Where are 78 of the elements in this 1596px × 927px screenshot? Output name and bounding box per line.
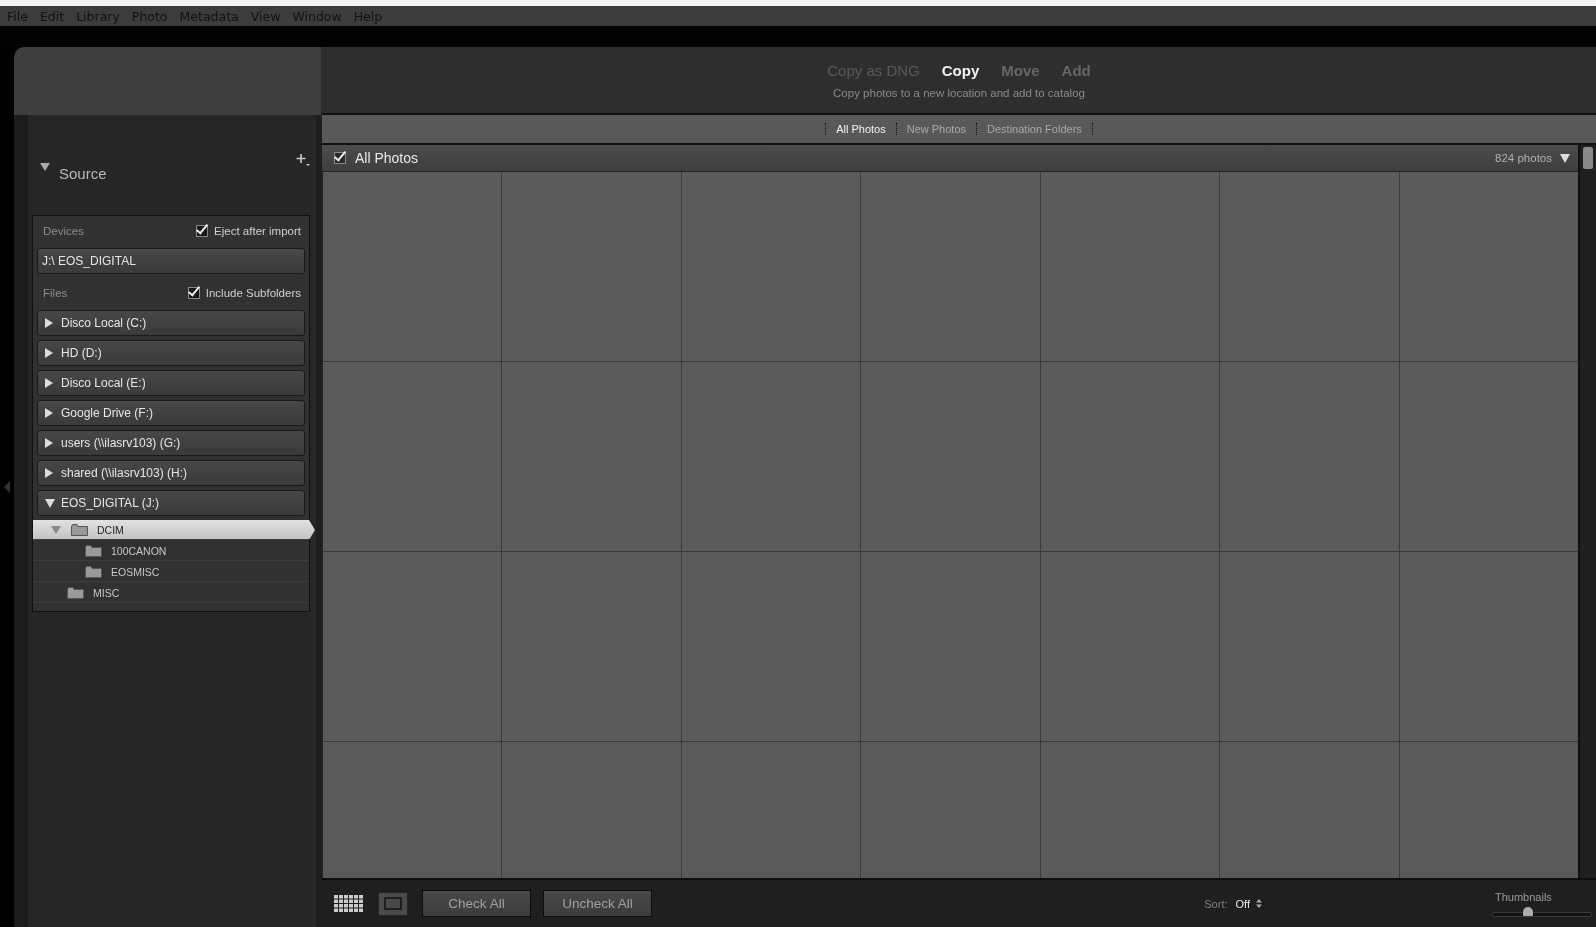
- sort-arrows-icon[interactable]: [1256, 899, 1262, 908]
- volume-label: Google Drive (F:): [61, 406, 154, 420]
- thumbnail-slot[interactable]: [502, 742, 681, 878]
- scrollbar[interactable]: [1578, 145, 1596, 878]
- thumbnail-slot[interactable]: [861, 362, 1040, 551]
- grid-title: All Photos: [355, 150, 420, 166]
- volume-label: users (\\ilasrv103) (G:): [61, 436, 181, 450]
- folder-item[interactable]: 100CANON: [33, 541, 309, 561]
- collapse-arrow-icon[interactable]: [4, 481, 10, 493]
- folder-icon: [67, 586, 84, 599]
- volume-label: Disco Local (C:): [61, 316, 147, 330]
- thumbnail-slot[interactable]: [323, 552, 502, 741]
- thumbnail-slot[interactable]: [681, 362, 861, 551]
- section-label: Devices: [43, 225, 84, 237]
- mode-tab[interactable]: Copy: [941, 61, 980, 79]
- folder-item[interactable]: EOSMISC: [33, 562, 309, 582]
- thumbnail-slot[interactable]: [1040, 552, 1220, 741]
- sort-dropdown[interactable]: Off: [1235, 897, 1262, 910]
- thumbnail-slot[interactable]: [1399, 172, 1578, 361]
- folder-icon: [85, 544, 102, 557]
- thumbnail-slot[interactable]: [323, 362, 502, 551]
- sort-label: Sort:: [1204, 897, 1228, 910]
- thumbnail-slot[interactable]: [323, 172, 502, 361]
- thumbnail-slot[interactable]: [1399, 552, 1578, 741]
- mode-description: Copy photos to a new location and add to catalog: [833, 86, 1085, 99]
- thumbnail-slot[interactable]: [323, 742, 502, 878]
- checkbox[interactable]: [187, 287, 200, 299]
- checkbox-label: Include Subfolders: [205, 287, 301, 299]
- volume-label: shared (\\ilasrv103) (H:): [61, 466, 188, 480]
- filter-tab[interactable]: All Photos: [826, 123, 897, 135]
- volume-label: HD (D:): [61, 346, 102, 360]
- thumbnail-slot[interactable]: [1399, 742, 1578, 878]
- thumbnail-slot[interactable]: [1220, 552, 1399, 741]
- folder-item[interactable]: DCIM: [33, 520, 315, 540]
- volume-item[interactable]: Disco Local (C:): [37, 310, 305, 336]
- panel-title: Source: [59, 164, 107, 182]
- thumbnail-slot[interactable]: [1040, 362, 1220, 551]
- volume-item[interactable]: EOS_DIGITAL (J:): [37, 490, 305, 516]
- device-item[interactable]: J:\ EOS_DIGITAL: [37, 248, 305, 274]
- volume-item[interactable]: users (\\ilasrv103) (G:): [37, 430, 305, 456]
- volume-item[interactable]: Disco Local (E:): [37, 370, 305, 396]
- thumbnail-slot[interactable]: [681, 172, 861, 361]
- thumbnail-slot[interactable]: [502, 552, 681, 741]
- slider-label: Thumbnails: [1494, 890, 1553, 903]
- thumbnail-slot[interactable]: [1220, 172, 1399, 361]
- thumbnail-slot[interactable]: [1220, 362, 1399, 551]
- checkbox[interactable]: [196, 225, 209, 237]
- thumbnail-slot[interactable]: [502, 362, 681, 551]
- thumbnail-slot[interactable]: [681, 742, 861, 878]
- toolbar-button[interactable]: Uncheck All: [543, 890, 652, 917]
- collapse-triangle-icon[interactable]: [40, 163, 50, 171]
- checkbox-label: Eject after import: [214, 225, 301, 237]
- folder-icon: [85, 565, 102, 578]
- slider-thumb[interactable]: [1523, 906, 1534, 916]
- volume-label: Disco Local (E:): [61, 376, 146, 390]
- thumbnail-slot[interactable]: [681, 552, 861, 741]
- thumbnail-slot[interactable]: [1040, 742, 1220, 878]
- scroll-thumb[interactable]: [1583, 147, 1593, 169]
- toolbar-button[interactable]: Check All: [422, 890, 531, 917]
- folder-item[interactable]: MISC: [33, 583, 309, 603]
- volume-item[interactable]: HD (D:): [37, 340, 305, 366]
- thumbnail-slot[interactable]: [861, 742, 1040, 878]
- loupe-view-icon[interactable]: [378, 891, 408, 916]
- checkbox[interactable]: [334, 152, 346, 164]
- thumbnail-slot[interactable]: [502, 172, 681, 361]
- thumbnail-slot[interactable]: [1220, 742, 1399, 878]
- section-label: Files: [43, 287, 68, 299]
- thumbnail-slot[interactable]: [861, 552, 1040, 741]
- volume-item[interactable]: shared (\\ilasrv103) (H:): [37, 460, 305, 486]
- volume-item[interactable]: Google Drive (F:): [37, 400, 305, 426]
- thumbnail-slot[interactable]: [861, 172, 1040, 361]
- thumbnail-slot[interactable]: [1399, 362, 1578, 551]
- folder-icon: [71, 523, 88, 536]
- volume-label: EOS_DIGITAL (J:): [61, 496, 159, 510]
- add-icon[interactable]: [296, 153, 310, 167]
- grid-view-icon[interactable]: [334, 894, 364, 913]
- photo-count: 824 photos: [1495, 152, 1552, 164]
- thumbnail-slot[interactable]: [1040, 172, 1220, 361]
